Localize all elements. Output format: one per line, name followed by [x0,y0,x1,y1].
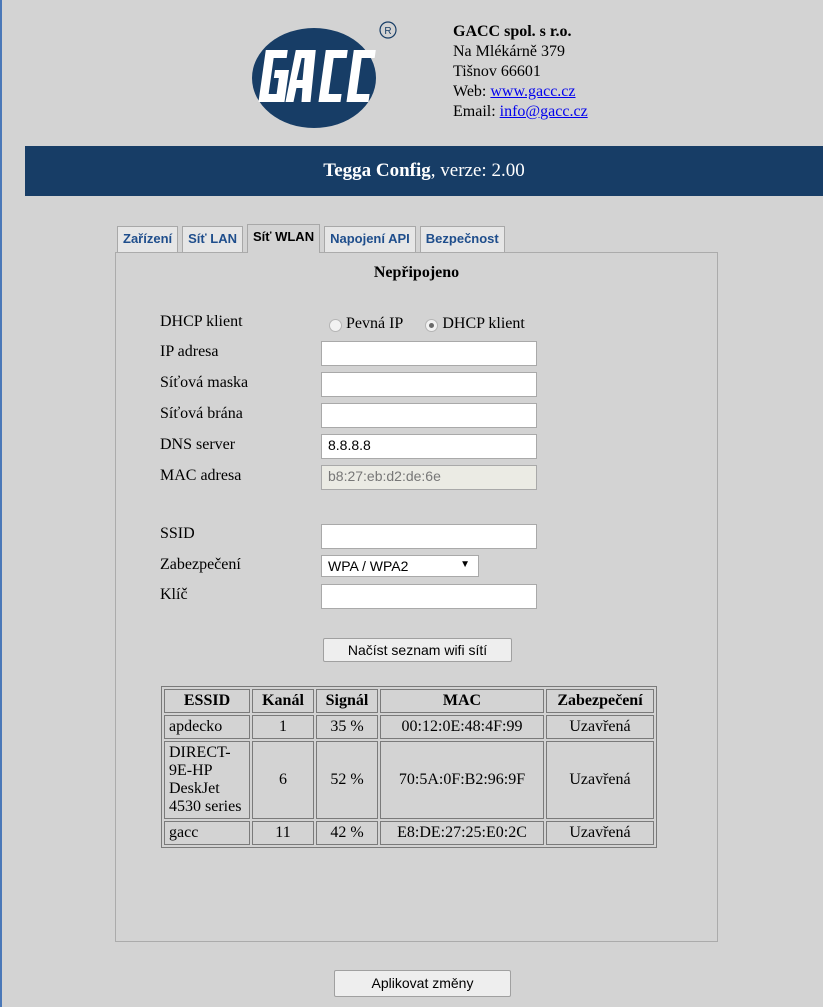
security-selected-value: WPA / WPA2 [328,558,409,574]
dns-label: DNS server [160,436,236,453]
connection-status: Nepřipojeno [373,264,460,281]
radio-dhcp-label: DHCP klient [442,315,525,332]
scan-wifi-button[interactable]: Načíst seznam wifi sítí [323,638,512,662]
col-signal: Signál [316,689,378,713]
app-title-bar: Tegga Config, verze: 2.00 [25,146,823,196]
tab-sit-lan[interactable]: Síť LAN [182,226,243,253]
company-web: Web: www.gacc.cz [453,83,576,100]
key-label: Klíč [160,586,188,603]
ip-label: IP adresa [160,343,219,360]
email-link[interactable]: info@gacc.cz [500,103,588,120]
web-link[interactable]: www.gacc.cz [490,83,575,100]
registered-mark: R [384,26,391,37]
cell-security: Uzavřená [546,715,654,739]
apply-changes-button[interactable]: Aplikovat změny [334,970,511,997]
wifi-networks-table: ESSID Kanál Signál MAC Zabezpečení apdec… [161,686,657,848]
radio-static-ip[interactable] [329,318,342,332]
radio-dhcp[interactable] [425,318,439,332]
cell-essid: apdecko [164,715,250,739]
ssid-input[interactable] [321,524,537,549]
table-row: DIRECT-9E-HP DeskJet 4530 series 6 52 % … [164,741,654,819]
company-street: Na Mlékárně 379 [453,43,565,60]
company-name: GACC spol. s r.o. [453,23,572,40]
app-name: Tegga Config [323,160,431,181]
window-edge [0,0,2,1007]
table-row: gacc 11 42 % E8:DE:27:25:E0:2C Uzavřená [164,821,654,845]
cell-mac: 70:5A:0F:B2:96:9F [380,741,544,819]
col-mac: MAC [380,689,544,713]
col-channel: Kanál [252,689,314,713]
tab-zarizeni[interactable]: Zařízení [117,226,179,253]
ip-mode-radio-group: Pevná IP DHCP klient [329,315,525,333]
security-select[interactable]: WPA / WPA2 ▼ [321,555,479,577]
tab-bezpecnost[interactable]: Bezpečnost [419,226,505,253]
table-row: apdecko 1 35 % 00:12:0E:48:4F:99 Uzavřen… [164,715,654,739]
dhcp-label: DHCP klient [160,313,243,330]
cell-channel: 6 [252,741,314,819]
cell-signal: 42 % [316,821,378,845]
company-info: GACC spol. s r.o. Na Mlékárně 379 Tišnov… [453,22,588,122]
cell-signal: 35 % [316,715,378,739]
cell-essid: gacc [164,821,250,845]
netmask-input[interactable] [321,372,537,397]
radio-static-label: Pevná IP [346,315,404,332]
mac-address-field: b8:27:eb:d2:de:6e [321,465,537,490]
dropdown-arrow-icon: ▼ [460,559,470,570]
table-header-row: ESSID Kanál Signál MAC Zabezpečení [164,689,654,713]
cell-essid: DIRECT-9E-HP DeskJet 4530 series [164,741,250,819]
cell-mac: E8:DE:27:25:E0:2C [380,821,544,845]
gacc-logo: R [252,21,397,128]
wlan-panel: Nepřipojeno DHCP klient Pevná IP DHCP kl… [115,252,718,942]
gateway-label: Síťová brána [160,405,243,422]
dns-input[interactable]: 8.8.8.8 [321,434,537,459]
cell-security: Uzavřená [546,821,654,845]
col-security: Zabezpečení [546,689,654,713]
col-essid: ESSID [164,689,250,713]
app-version: , verze: 2.00 [430,160,525,181]
security-label: Zabezpečení [160,556,241,573]
cell-security: Uzavřená [546,741,654,819]
cell-channel: 1 [252,715,314,739]
wifi-key-input[interactable] [321,584,537,609]
tab-sit-wlan[interactable]: Síť WLAN [246,224,321,253]
cell-mac: 00:12:0E:48:4F:99 [380,715,544,739]
ssid-label: SSID [160,525,195,542]
mask-label: Síťová maska [160,374,249,391]
tab-napojeni-api[interactable]: Napojení API [324,226,416,253]
gateway-input[interactable] [321,403,537,428]
ip-address-input[interactable] [321,341,537,366]
company-city: Tišnov 66601 [453,63,541,80]
cell-signal: 52 % [316,741,378,819]
company-email: Email: info@gacc.cz [453,103,588,120]
mac-label: MAC adresa [160,467,242,484]
cell-channel: 11 [252,821,314,845]
tab-bar: Zařízení Síť LAN Síť WLAN Napojení API B… [117,224,509,253]
